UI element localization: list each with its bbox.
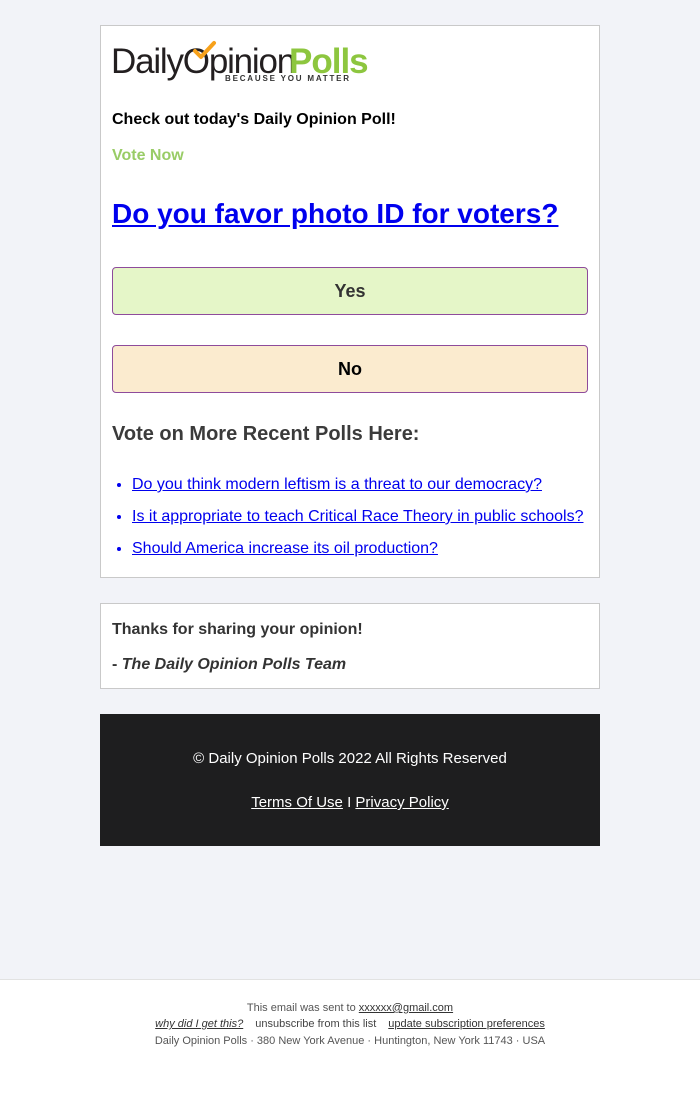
poll-link[interactable]: Should America increase its oil producti…: [132, 540, 438, 557]
mailing-address: Daily Opinion Polls · 380 New York Avenu…: [154, 1035, 546, 1047]
privacy-policy-link[interactable]: Privacy Policy: [355, 794, 448, 811]
unsubscribe-link[interactable]: unsubscribe from this list: [255, 1018, 376, 1030]
poll-question-link[interactable]: Do you favor photo ID for voters?: [112, 198, 558, 230]
terms-of-use-link[interactable]: Terms Of Use: [251, 794, 343, 811]
subscription-links: why did I get this? unsubscribe from this…: [0, 1018, 700, 1030]
logo-tagline: BECAUSE YOU MATTER: [225, 74, 351, 83]
update-preferences-link[interactable]: update subscription preferences: [388, 1018, 545, 1030]
intro-text: Check out today's Daily Opinion Poll!: [112, 111, 396, 128]
signature-dash: -: [112, 656, 122, 673]
list-item: Do you think modern leftism is a threat …: [132, 469, 583, 501]
signature-team: The Daily Opinion Polls Team: [121, 656, 347, 673]
vote-no-button[interactable]: No: [112, 345, 588, 393]
sent-to-text: This email was sent to: [246, 1002, 359, 1014]
checkmark-icon: [193, 41, 216, 59]
why-did-i-get-this-link[interactable]: why did I get this?: [155, 1018, 243, 1030]
logo: DailyOpinion Polls BECAUSE YOU MATTER: [111, 40, 371, 84]
sent-to-line: This email was sent to xxxxxx@gmail.com: [0, 1002, 700, 1014]
signature: - The Daily Opinion Polls Team: [112, 656, 346, 674]
vote-yes-button[interactable]: Yes: [112, 267, 588, 315]
poll-card: DailyOpinion Polls BECAUSE YOU MATTER Ch…: [100, 25, 600, 578]
copyright-text: © Daily Opinion Polls 2022 All Rights Re…: [193, 750, 507, 767]
thanks-card: Thanks for sharing your opinion! - The D…: [100, 603, 600, 689]
thanks-text: Thanks for sharing your opinion!: [112, 621, 363, 638]
poll-link[interactable]: Is it appropriate to teach Critical Race…: [132, 508, 583, 525]
site-footer: © Daily Opinion Polls 2022 All Rights Re…: [100, 714, 600, 846]
more-polls-heading: Vote on More Recent Polls Here:: [112, 423, 420, 445]
poll-link[interactable]: Do you think modern leftism is a threat …: [132, 476, 542, 493]
legal-links: Terms Of Use I Privacy Policy: [100, 794, 600, 811]
list-item: Should America increase its oil producti…: [132, 533, 583, 565]
link-separator: I: [342, 794, 356, 811]
email-footer: This email was sent to xxxxxx@gmail.com …: [0, 979, 700, 1093]
more-polls-list: Do you think modern leftism is a threat …: [112, 469, 583, 565]
vote-now-label: Vote Now: [112, 147, 184, 164]
list-item: Is it appropriate to teach Critical Race…: [132, 501, 583, 533]
recipient-email-link[interactable]: xxxxxx@gmail.com: [359, 1002, 453, 1014]
